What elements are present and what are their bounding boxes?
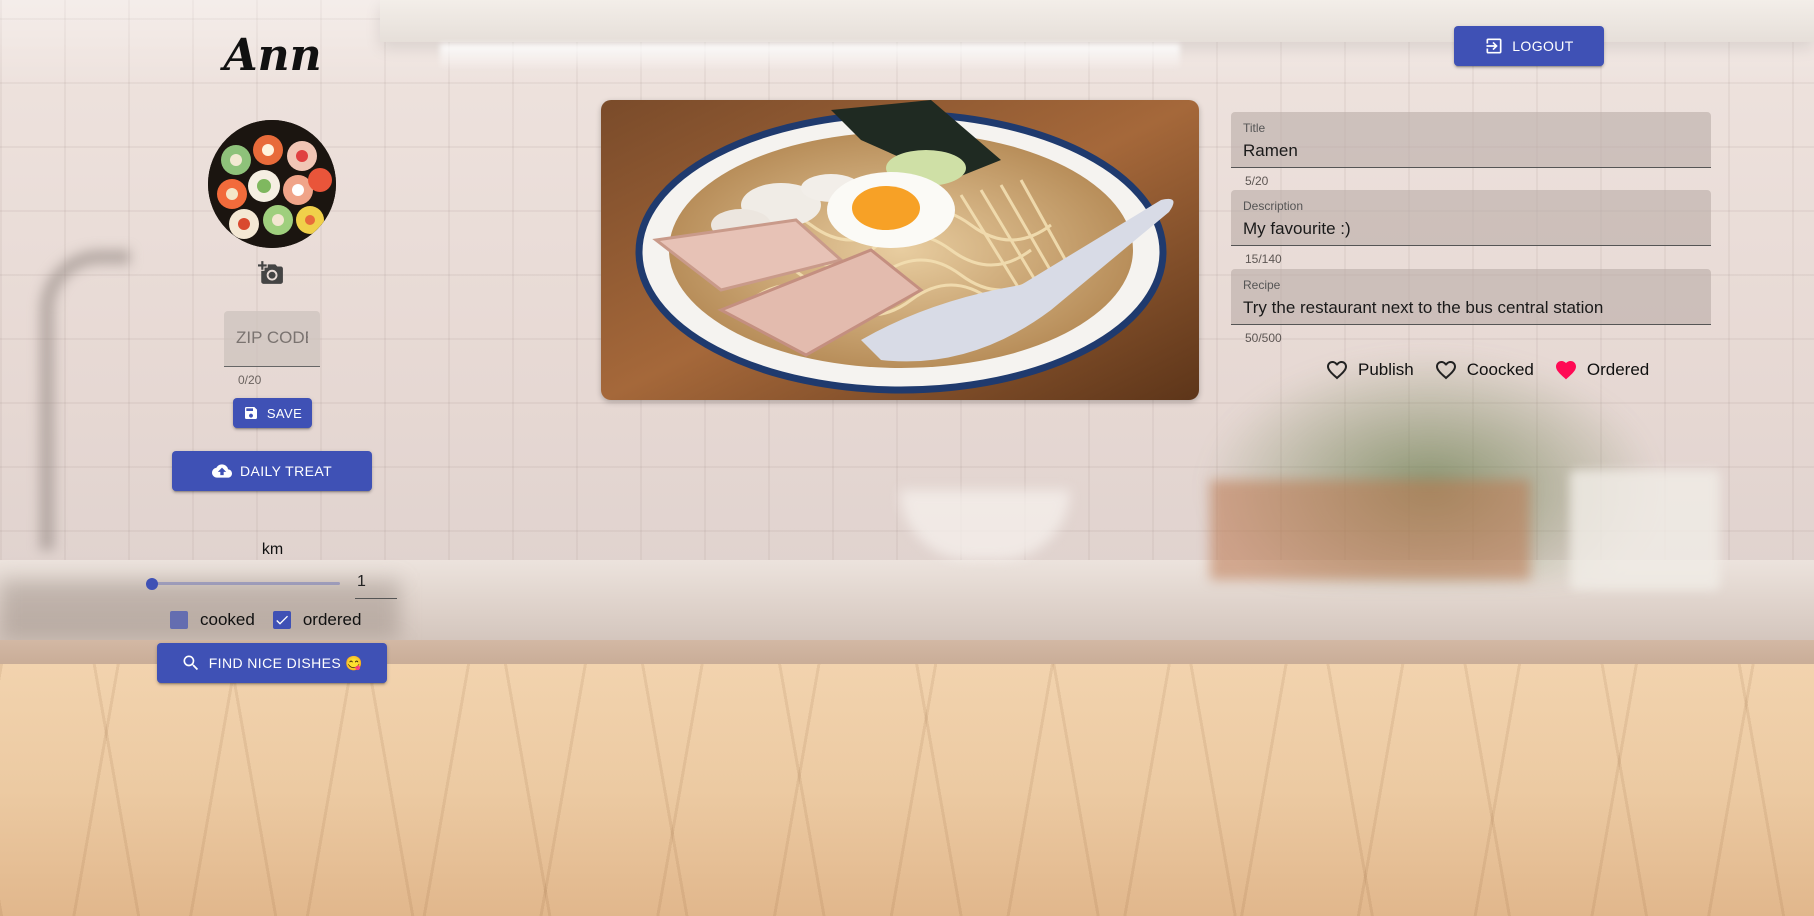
user-name: Ann [223, 30, 322, 81]
white-planter [1570, 470, 1720, 590]
daily-treat-label: DAILY TREAT [239, 463, 333, 479]
recipe-field-label: Recipe [1243, 278, 1281, 292]
recipe-field-value[interactable]: Try the restaurant next to the bus centr… [1243, 298, 1699, 318]
cooked-label: Coocked [1466, 360, 1534, 379]
ordered-checkbox[interactable]: ordered [272, 610, 362, 630]
ordered-toggle[interactable]: Ordered [1554, 358, 1649, 382]
distance-unit-label: km [261, 541, 284, 558]
title-field-value[interactable]: Ramen [1243, 141, 1699, 161]
save-button[interactable]: SAVE [233, 398, 312, 428]
zip-code-input[interactable] [236, 328, 308, 348]
add-photo-icon[interactable] [258, 260, 284, 286]
faucet [40, 250, 130, 550]
heart-outline-icon [1327, 361, 1347, 380]
logout-icon [1486, 38, 1502, 54]
logout-label: LOGOUT [1512, 38, 1574, 54]
logout-button[interactable]: LOGOUT [1454, 26, 1604, 66]
description-field-label: Description [1243, 199, 1304, 213]
checkbox-box[interactable] [170, 611, 188, 629]
zip-code-counter: 0/20 [238, 373, 262, 387]
title-field[interactable]: Title Ramen [1231, 112, 1711, 168]
slider-track [152, 582, 340, 585]
recipe-field[interactable]: Recipe Try the restaurant next to the bu… [1231, 269, 1711, 325]
under-cabinet-light [440, 44, 1180, 70]
find-dishes-label: FIND NICE DISHES 😋 [208, 654, 364, 671]
search-icon [183, 655, 198, 671]
save-icon [244, 407, 257, 419]
publish-label: Publish [1358, 360, 1414, 379]
description-field[interactable]: Description My favourite :) [1231, 190, 1711, 246]
distance-input[interactable]: 1 [355, 573, 397, 599]
wooden-table [0, 664, 1814, 916]
filter-checkboxes: cooked ordered [170, 610, 361, 630]
title-counter: 5/20 [1245, 174, 1269, 188]
save-button-label: SAVE [266, 405, 303, 421]
sushi-plate-photo [208, 120, 336, 248]
ordered-checkbox-label: ordered [302, 610, 362, 629]
find-dishes-button[interactable]: FIND NICE DISHES 😋 [157, 643, 387, 683]
daily-treat-button[interactable]: DAILY TREAT [172, 451, 372, 491]
title-field-label: Title [1243, 121, 1266, 135]
check-icon [276, 615, 288, 625]
recipe-counter: 50/500 [1245, 331, 1282, 345]
wooden-planter [1210, 480, 1530, 580]
ordered-label: Ordered [1586, 360, 1650, 379]
checkbox-box[interactable] [272, 611, 291, 629]
cooked-toggle[interactable]: Coocked [1434, 358, 1534, 382]
heart-filled-icon [1555, 361, 1576, 380]
slider-thumb[interactable] [146, 578, 158, 590]
zip-code-field[interactable] [224, 311, 320, 367]
dish-actions: Publish Coocked Ordered [1325, 358, 1649, 382]
ramen-bowl-photo [601, 100, 1199, 400]
distance-slider[interactable] [146, 578, 340, 590]
description-counter: 15/140 [1245, 252, 1282, 266]
cloud-upload-icon [211, 464, 232, 478]
avatar [208, 120, 336, 248]
dish-photo [601, 100, 1199, 400]
description-field-value[interactable]: My favourite :) [1243, 219, 1699, 239]
cooked-checkbox-label: cooked [200, 610, 255, 629]
publish-toggle[interactable]: Publish [1325, 358, 1414, 382]
heart-outline-icon [1435, 361, 1456, 380]
cooked-checkbox[interactable]: cooked [170, 610, 255, 630]
